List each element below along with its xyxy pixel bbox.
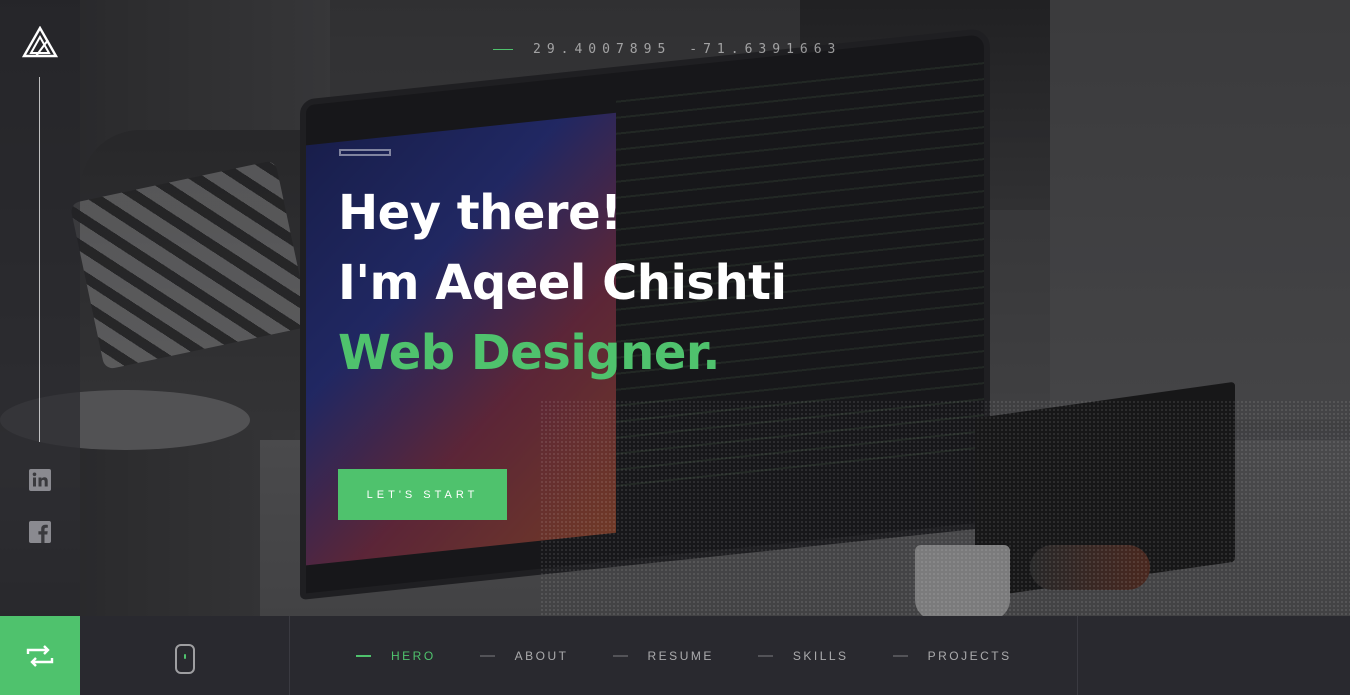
- latitude-text: 29.4007895: [533, 42, 672, 57]
- nav-item-label: SKILLS: [792, 648, 849, 663]
- nav-item-resume[interactable]: RESUME: [612, 648, 714, 663]
- mouse-scroll-icon[interactable]: [175, 644, 195, 674]
- repeat-toggle-button[interactable]: [0, 616, 80, 695]
- longitude-text: -71.6391663: [689, 42, 842, 57]
- hero-name: I'm Aqeel Chishti: [338, 255, 787, 311]
- nav-item-label: HERO: [391, 648, 436, 663]
- nav-dash: [612, 654, 628, 657]
- left-sidebar: [0, 0, 80, 616]
- nav-item-about[interactable]: ABOUT: [479, 648, 569, 663]
- coordinates-accent-dash: [493, 49, 513, 50]
- repeat-icon: [26, 644, 54, 667]
- hero-role: Web Designer.: [338, 325, 720, 381]
- nav-dash: [479, 654, 495, 657]
- coordinates-display: 29.4007895 -71.6391663: [493, 42, 841, 57]
- bottom-bar: HERO ABOUT RESUME SKILLS PROJECTS: [0, 616, 1350, 695]
- nav-item-label: PROJECTS: [927, 648, 1012, 663]
- hero-decorative-rectangle: [339, 149, 391, 156]
- lets-start-button[interactable]: LET'S START: [338, 469, 507, 520]
- dot-pattern-overlay: [540, 400, 1350, 616]
- nav-dash: [356, 654, 371, 657]
- nav-item-label: ABOUT: [514, 648, 569, 663]
- nav-dash: [757, 654, 773, 657]
- linkedin-icon[interactable]: [28, 468, 52, 492]
- scroll-indicator-cell: [80, 616, 290, 695]
- sidebar-divider-line: [39, 77, 40, 442]
- hero-greeting: Hey there!: [338, 185, 622, 241]
- nav-item-skills[interactable]: SKILLS: [757, 648, 849, 663]
- facebook-icon[interactable]: [28, 520, 52, 544]
- nav-dash: [892, 654, 908, 657]
- nav-item-label: RESUME: [647, 648, 714, 663]
- nav-item-projects[interactable]: PROJECTS: [892, 648, 1012, 663]
- section-navigation: HERO ABOUT RESUME SKILLS PROJECTS: [356, 616, 1056, 695]
- logo-icon[interactable]: [22, 26, 58, 58]
- bottom-right-panel: [1077, 616, 1350, 695]
- nav-item-hero[interactable]: HERO: [356, 649, 436, 663]
